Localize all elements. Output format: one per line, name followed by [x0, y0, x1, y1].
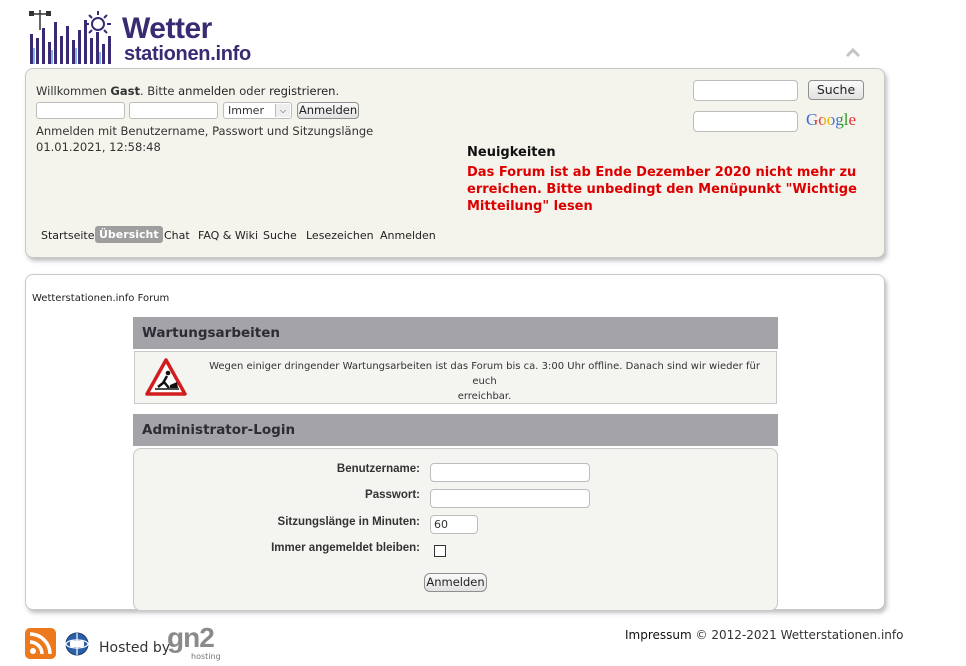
news-title: Neuigkeiten	[467, 145, 556, 160]
admin-login-header: Administrator-Login	[133, 414, 778, 446]
register-link[interactable]: registrieren	[269, 84, 335, 98]
welcome-mid: . Bitte	[139, 84, 175, 98]
weather-station-logo-icon	[29, 10, 111, 64]
password-label: Passwort:	[365, 489, 420, 501]
welcome-prefix: Willkommen	[36, 84, 107, 98]
impressum-link[interactable]: Impressum	[625, 628, 692, 642]
logo-text-stationen: stationen.info	[124, 43, 251, 65]
session-duration-value: Immer	[228, 104, 264, 117]
logo-text-wetter: Wetter	[122, 12, 212, 45]
maintenance-box: Wegen einiger dringender Wartungsarbeite…	[134, 351, 777, 404]
footer-links: Impressum © 2012-2021 Wetterstationen.in…	[625, 628, 903, 642]
site-logo[interactable]: Wetter stationen.info	[26, 8, 286, 66]
nav-item-uebersicht[interactable]: Übersicht	[95, 226, 163, 243]
session-duration-select[interactable]: Immer ⌵	[223, 102, 292, 119]
gn2-logo-text: gn2	[167, 622, 215, 653]
username-label: Benutzername:	[336, 463, 420, 475]
google-search-input[interactable]	[693, 111, 798, 132]
admin-password-input[interactable]	[430, 489, 590, 508]
admin-login-button[interactable]: Anmelden	[424, 573, 487, 592]
gn2-logo-subtext: hosting	[191, 652, 221, 661]
welcome-end: .	[335, 84, 340, 98]
search-button[interactable]: Suche	[808, 80, 864, 100]
or-text: oder	[239, 84, 266, 98]
gn2-hosting-logo[interactable]: gn2 hosting	[167, 622, 227, 662]
news-text: Das Forum ist ab Ende Dezember 2020 nich…	[467, 165, 857, 214]
admin-username-input[interactable]	[430, 463, 590, 482]
remember-me-checkbox[interactable]	[434, 545, 446, 557]
welcome-user: Gast	[110, 84, 140, 98]
globe-badge-icon[interactable]	[64, 631, 90, 657]
quick-password-input[interactable]	[129, 102, 218, 119]
google-logo-text: Google	[806, 110, 857, 129]
rss-feed-icon[interactable]	[25, 628, 56, 659]
session-length-input[interactable]: 60	[430, 515, 478, 534]
breadcrumb[interactable]: Wetterstationen.info Forum	[32, 293, 169, 304]
hosted-by-text: Hosted by	[99, 640, 170, 656]
current-datetime: 01.01.2021, 12:58:48	[36, 140, 161, 154]
quick-login-button[interactable]: Anmelden	[297, 102, 359, 119]
quick-username-input[interactable]	[36, 102, 125, 119]
nav-item-anmelden[interactable]: Anmelden	[380, 229, 436, 242]
header-panel: Willkommen Gast. Bitte anmelden oder reg…	[25, 68, 885, 258]
admin-login-form: Benutzername: Passwort: Sitzungslänge in…	[133, 448, 778, 611]
copyright-text: © 2012-2021 Wetterstationen.info	[695, 628, 904, 642]
maintenance-text-line1: Wegen einiger dringender Wartungsarbeite…	[209, 361, 760, 387]
welcome-line: Willkommen Gast. Bitte anmelden oder reg…	[36, 84, 339, 98]
maintenance-text: Wegen einiger dringender Wartungsarbeite…	[197, 359, 772, 404]
login-link[interactable]: anmelden	[178, 84, 235, 98]
search-input[interactable]	[693, 80, 798, 101]
construction-warning-icon	[145, 358, 187, 396]
scroll-to-top-icon[interactable]	[844, 46, 862, 60]
login-hint: Anmelden mit Benutzername, Passwort und …	[36, 124, 374, 138]
nav-item-suche[interactable]: Suche	[263, 229, 297, 242]
nav-item-chat[interactable]: Chat	[164, 229, 190, 242]
nav-item-faq-wiki[interactable]: FAQ & Wiki	[198, 229, 258, 242]
nav-item-lesezeichen[interactable]: Lesezeichen	[306, 229, 374, 242]
google-search-button[interactable]: Google	[806, 110, 856, 130]
main-panel: Wetterstationen.info Forum Wartungsarbei…	[25, 274, 885, 611]
chevron-down-icon: ⌵	[275, 104, 290, 117]
maintenance-header: Wartungsarbeiten	[133, 317, 778, 349]
maintenance-text-line2: erreichbar.	[457, 391, 512, 402]
nav-item-startseite[interactable]: Startseite	[41, 229, 95, 242]
session-length-label: Sitzungslänge in Minuten:	[277, 516, 420, 528]
remember-me-label: Immer angemeldet bleiben:	[271, 542, 420, 554]
